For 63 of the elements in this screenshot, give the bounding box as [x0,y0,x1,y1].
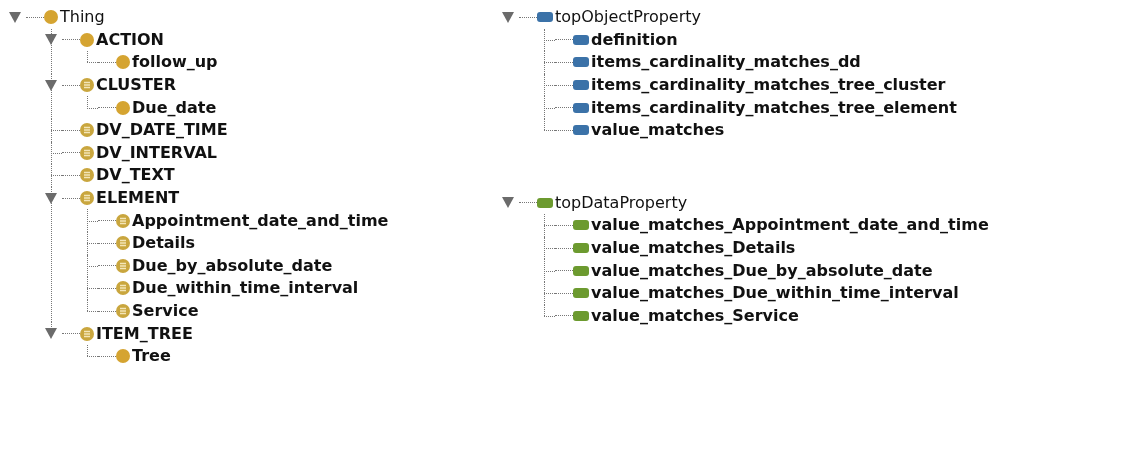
defined-class-icon [116,258,130,273]
tree-node-label[interactable]: value_matches_Details [591,240,796,257]
tree-node-label[interactable]: Appointment_date_and_time [132,212,389,229]
class-circle-icon [116,100,130,115]
tree-node-label[interactable]: DV_TEXT [96,167,175,184]
data-property-icon [573,265,589,276]
data-property-icon [573,288,589,299]
tree-node-label[interactable]: value_matches_Appointment_date_and_time [591,217,989,234]
tree-node-label[interactable]: Due_by_absolute_date [132,257,333,274]
object-property-icon [573,125,589,136]
expand-triangle-icon[interactable] [502,11,514,23]
class-circle-icon [116,55,130,70]
object-property-icon [573,57,589,68]
defined-class-icon [80,145,94,160]
tree-node-label[interactable]: items_cardinality_matches_dd [591,54,861,71]
class-circle-icon [80,32,94,47]
expand-triangle-icon[interactable] [45,192,57,204]
tree-node-label[interactable]: Due_within_time_interval [132,280,359,297]
tree-node-label[interactable]: ITEM_TREE [96,325,193,342]
expand-triangle-icon[interactable] [45,79,57,91]
class-circle-icon [44,10,58,25]
object-property-icon [537,12,553,23]
tree-node-label[interactable]: Tree [132,348,171,365]
data-property-icon [537,197,553,208]
tree-node-label[interactable]: Details [132,235,196,252]
data-property-icon [573,220,589,231]
defined-class-icon [116,213,130,228]
tree-node-label[interactable]: value_matches [591,122,725,139]
tree-node-label[interactable]: ELEMENT [96,190,180,207]
tree-node-label[interactable]: topObjectProperty [555,9,702,26]
data-property-icon [573,310,589,321]
tree-node-label[interactable]: items_cardinality_matches_tree_cluster [591,77,946,94]
tree-node-label[interactable]: value_matches_Due_within_time_interval [591,285,959,302]
defined-class-icon [80,123,94,138]
tree-node-label[interactable]: Service [132,303,199,319]
tree-node-label[interactable]: ACTION [96,31,164,48]
tree-node-label[interactable]: topDataProperty [555,194,688,211]
tree-node-label[interactable]: DV_INTERVAL [96,144,218,161]
defined-class-icon [116,281,130,296]
object-property-icon [573,34,589,45]
expand-triangle-icon[interactable] [45,34,57,46]
defined-class-icon [80,78,94,93]
tree-node-label[interactable]: value_matches_Due_by_absolute_date [591,262,933,279]
tree-node-label[interactable]: Due_date [132,99,217,116]
tree-node-label[interactable]: CLUSTER [96,77,177,94]
defined-class-icon [80,168,94,183]
tree-node-label[interactable]: follow_up [132,54,218,71]
data-property-icon [573,243,589,254]
defined-class-icon [116,236,130,251]
defined-class-icon [80,191,94,206]
tree-node-label[interactable]: value_matches_Service [591,307,799,324]
tree-node-label[interactable]: definition [591,31,678,48]
object-property-icon [573,80,589,91]
object-property-icon [573,102,589,113]
tree-node-label[interactable]: items_cardinality_matches_tree_element [591,99,957,116]
class-circle-icon [116,349,130,364]
expand-triangle-icon[interactable] [502,197,514,209]
defined-class-icon [116,304,130,318]
expand-triangle-icon[interactable] [9,11,21,23]
defined-class-icon [80,326,94,341]
tree-node-label[interactable]: DV_DATE_TIME [96,122,228,139]
expand-triangle-icon[interactable] [45,328,57,340]
tree-node-label[interactable]: Thing [60,9,105,26]
